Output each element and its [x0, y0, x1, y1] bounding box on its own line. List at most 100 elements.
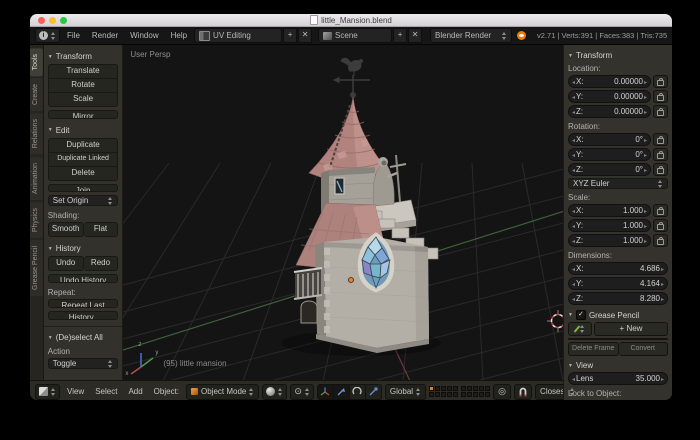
lock-location-z-button[interactable]	[653, 105, 668, 118]
view-panel-header[interactable]: View	[568, 361, 668, 370]
increment-icon[interactable]	[644, 150, 647, 159]
repeat-last-button[interactable]: Repeat Last	[47, 299, 119, 308]
menu-file[interactable]: File	[62, 31, 85, 40]
duplicate-linked-button[interactable]: Duplicate Linked	[47, 152, 119, 167]
history-button[interactable]: History..	[47, 310, 119, 320]
decrement-icon[interactable]	[572, 236, 575, 245]
scale-y-field[interactable]: Y: 1.000	[568, 219, 651, 232]
snap-toggle-button[interactable]	[514, 383, 533, 400]
editor-type-selector-3d[interactable]	[35, 383, 60, 400]
menu-help[interactable]: Help	[166, 31, 192, 40]
manipulator-rotate-button[interactable]	[348, 383, 366, 400]
decrement-icon[interactable]	[572, 165, 575, 174]
grease-pencil-new-button[interactable]: + New	[594, 322, 668, 336]
dimensions-y-field[interactable]: Y: 4.164	[568, 277, 668, 290]
screen-layout-selector[interactable]: UV Editing	[194, 28, 283, 43]
undo-button[interactable]: Undo	[47, 256, 84, 272]
mode-dropdown[interactable]: Object Mode	[186, 383, 260, 400]
decrement-icon[interactable]	[572, 221, 575, 230]
delete-button[interactable]: Delete	[47, 166, 119, 181]
scale-button[interactable]: Scale	[47, 93, 119, 107]
add-layout-button[interactable]: +	[283, 28, 298, 43]
duplicate-button[interactable]: Duplicate	[47, 137, 119, 153]
increment-icon[interactable]	[661, 279, 664, 288]
increment-icon[interactable]	[644, 107, 647, 116]
increment-icon[interactable]	[644, 92, 647, 101]
increment-icon[interactable]	[661, 264, 664, 273]
add-scene-button[interactable]: +	[393, 28, 408, 43]
shading-dropdown[interactable]	[262, 383, 288, 400]
rotation-x-field[interactable]: X: 0°	[568, 133, 651, 146]
tab-tools[interactable]: Tools	[30, 48, 43, 77]
tab-relations[interactable]: Relations	[30, 113, 43, 155]
set-origin-dropdown[interactable]: Set Origin	[47, 195, 119, 207]
menu-window[interactable]: Window	[125, 31, 163, 40]
convert-button[interactable]: Convert	[618, 342, 668, 356]
layers-left[interactable]	[429, 386, 459, 397]
tab-create[interactable]: Create	[30, 78, 43, 112]
menu-select[interactable]: Select	[91, 387, 121, 396]
rotation-mode-dropdown[interactable]: XYZ Euler	[568, 178, 668, 189]
scale-x-field[interactable]: X: 1.000	[568, 204, 651, 217]
grease-pencil-panel-header[interactable]: ✓ Grease Pencil	[568, 310, 668, 320]
mirror-button[interactable]: Mirror	[47, 110, 119, 119]
location-y-field[interactable]: Y: 0.00000	[568, 90, 651, 103]
dimensions-x-field[interactable]: X: 4.686	[568, 262, 668, 275]
close-window-button[interactable]	[38, 17, 45, 24]
scale-z-field[interactable]: Z: 1.000	[568, 234, 651, 247]
decrement-icon[interactable]	[572, 135, 575, 144]
decrement-icon[interactable]	[572, 279, 575, 288]
zoom-window-button[interactable]	[60, 17, 67, 24]
lock-rotation-y-button[interactable]	[653, 148, 668, 161]
manipulator-axes-button[interactable]	[316, 383, 334, 400]
undo-history-button[interactable]: Undo History	[47, 274, 119, 284]
tab-animation[interactable]: Animation	[30, 156, 43, 200]
lock-scale-x-button[interactable]	[653, 204, 668, 217]
menu-view[interactable]: View	[63, 387, 88, 396]
increment-icon[interactable]	[644, 165, 647, 174]
decrement-icon[interactable]	[572, 264, 575, 273]
tab-grease-pencil[interactable]: Grease Pencil	[30, 239, 43, 296]
decrement-icon[interactable]	[572, 150, 575, 159]
shade-smooth-button[interactable]: Smooth	[47, 222, 84, 238]
action-dropdown[interactable]: Toggle	[47, 358, 119, 370]
proportional-edit-button[interactable]	[493, 383, 512, 400]
minimize-window-button[interactable]	[49, 17, 56, 24]
editor-type-selector[interactable]	[35, 28, 60, 43]
operator-panel-header[interactable]: (De)select All	[48, 333, 119, 342]
lock-scale-z-button[interactable]	[653, 234, 668, 247]
lens-field[interactable]: Lens 35.000	[568, 372, 668, 385]
menu-object[interactable]: Object:	[150, 387, 183, 396]
delete-scene-button[interactable]: ✕	[408, 28, 423, 43]
increment-icon[interactable]	[661, 374, 664, 383]
delete-frame-button[interactable]: Delete Frame	[568, 342, 619, 356]
decrement-icon[interactable]	[572, 77, 575, 86]
rotation-z-field[interactable]: Z: 0°	[568, 163, 651, 176]
tab-physics[interactable]: Physics	[30, 201, 43, 238]
increment-icon[interactable]	[644, 206, 647, 215]
lock-location-x-button[interactable]	[653, 75, 668, 88]
increment-icon[interactable]	[644, 77, 647, 86]
new-layer-button[interactable]: New Layer	[568, 338, 668, 340]
transform-panel-header[interactable]: Transform	[568, 51, 668, 60]
increment-icon[interactable]	[661, 294, 664, 303]
lock-rotation-x-button[interactable]	[653, 133, 668, 146]
dimensions-z-field[interactable]: Z: 8.280	[568, 292, 668, 305]
location-z-field[interactable]: Z: 0.00000	[568, 105, 651, 118]
increment-icon[interactable]	[644, 221, 647, 230]
rotation-y-field[interactable]: Y: 0°	[568, 148, 651, 161]
lock-scale-y-button[interactable]	[653, 219, 668, 232]
render-engine-selector[interactable]: Blender Render	[430, 28, 513, 43]
decrement-icon[interactable]	[572, 92, 575, 101]
increment-icon[interactable]	[644, 135, 647, 144]
decrement-icon[interactable]	[572, 206, 575, 215]
menu-render[interactable]: Render	[87, 31, 123, 40]
shade-flat-button[interactable]: Flat	[83, 222, 119, 238]
join-button[interactable]: Join	[47, 183, 119, 193]
draw-mode-dropdown[interactable]	[568, 322, 592, 336]
layers-right[interactable]	[461, 386, 491, 397]
grease-pencil-checkbox[interactable]: ✓	[575, 310, 586, 320]
viewport-3d[interactable]: User Persp (95) little mansion x y z	[123, 45, 563, 380]
decrement-icon[interactable]	[572, 374, 575, 383]
location-x-field[interactable]: X: 0.00000	[568, 75, 651, 88]
